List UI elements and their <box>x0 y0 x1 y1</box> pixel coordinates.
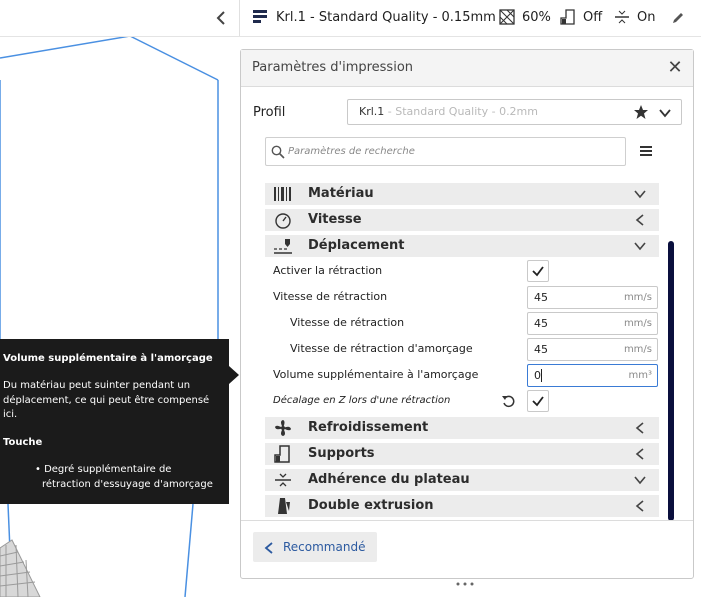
recommended-mode-button[interactable]: Recommandé <box>253 532 377 562</box>
profile-icon <box>253 9 269 25</box>
retraction-speed-field[interactable]: 45 mm/s <box>527 286 658 309</box>
support-value: Off <box>583 10 603 25</box>
setting-label-retraction-retract-speed: Vitesse de rétraction <box>290 316 405 329</box>
text-cursor <box>541 369 542 382</box>
build-plate-grid <box>0 539 41 597</box>
profile-quality: - Standard Quality - 0.2mm <box>384 105 538 118</box>
panel-title: Paramètres d'impression <box>252 60 414 75</box>
infill-icon <box>499 9 515 25</box>
chevron-left-icon <box>633 420 647 436</box>
settings-search-input[interactable]: Paramètres de recherche <box>265 137 626 166</box>
chevron-left-icon <box>633 212 647 228</box>
infill-value: 60% <box>522 10 551 25</box>
dual-extrusion-icon <box>273 497 293 515</box>
field-unit: mm³ <box>628 370 653 381</box>
search-icon <box>271 144 285 159</box>
category-material[interactable]: Matériau <box>265 183 659 205</box>
field-unit: mm/s <box>623 292 652 303</box>
active-profile-text: Krl.1 - Standard Quality - 0.15mm <box>276 10 496 25</box>
header-divider <box>239 0 240 36</box>
adhesion-value: On <box>637 10 656 25</box>
z-hop-checkbox[interactable] <box>527 390 549 412</box>
category-supports[interactable]: Supports <box>265 443 659 465</box>
extra-prime-amount-field[interactable]: 0 mm³ <box>527 364 658 387</box>
tooltip-arrow <box>229 366 239 384</box>
setting-label-z-hop: Décalage en Z lors d'une rétraction <box>273 395 451 406</box>
adhesion-icon <box>614 9 630 25</box>
category-speed[interactable]: Vitesse <box>265 209 659 231</box>
profile-label: Profil <box>253 105 286 120</box>
category-label: Adhérence du plateau <box>308 472 470 487</box>
top-settings-bar: Krl.1 - Standard Quality - 0.15mm 60% Of… <box>0 0 701 37</box>
field-value: 45 <box>534 343 548 356</box>
tooltip-affects-item: • Degré supplémentaire de <box>35 464 172 475</box>
field-value: 45 <box>534 317 548 330</box>
retraction-retract-speed-field[interactable]: 45 mm/s <box>527 312 658 335</box>
profile-dropdown-value: Krl.1 - Standard Quality - 0.2mm <box>359 100 538 124</box>
profile-name: Krl.1 <box>359 105 385 118</box>
field-unit: mm/s <box>623 318 652 329</box>
chevron-down-icon <box>633 472 647 488</box>
setting-label-retraction-speed: Vitesse de rétraction <box>273 290 388 303</box>
setting-label-enable-retraction: Activer la rétraction <box>273 264 383 277</box>
chevron-left-icon <box>263 540 275 554</box>
support-icon <box>560 9 576 25</box>
print-setup-summary[interactable]: Krl.1 - Standard Quality - 0.15mm 60% Of… <box>250 0 701 36</box>
panel-title-bar: Paramètres d'impression ✕ <box>241 50 693 87</box>
category-label: Matériau <box>308 186 374 201</box>
category-label: Déplacement <box>308 238 405 253</box>
favorite-star-icon[interactable] <box>633 104 649 120</box>
setting-tooltip: Volume supplémentaire à l'amorçage Du ma… <box>0 339 229 504</box>
category-dual-extrusion[interactable]: Double extrusion <box>265 495 659 517</box>
chevron-down-icon[interactable] <box>658 105 672 119</box>
recommended-label: Recommandé <box>283 540 366 554</box>
close-icon[interactable]: ✕ <box>665 58 685 78</box>
material-icon <box>273 185 293 203</box>
settings-visibility-menu-icon[interactable] <box>637 141 655 161</box>
search-placeholder: Paramètres de recherche <box>288 146 415 157</box>
settings-scrollbar[interactable] <box>668 241 674 521</box>
tooltip-body-line: ici. <box>3 409 18 420</box>
chevron-left-icon <box>633 498 647 514</box>
field-value: 45 <box>534 291 548 304</box>
collapse-panel-icon[interactable] <box>213 8 229 28</box>
category-label: Refroidissement <box>308 420 429 435</box>
panel-divider <box>241 520 693 521</box>
print-settings-panel: Paramètres d'impression ✕ Profil Krl.1 -… <box>240 49 694 586</box>
cooling-fan-icon <box>273 419 293 437</box>
field-value: 0 <box>534 369 541 382</box>
category-travel[interactable]: Déplacement <box>265 235 659 257</box>
tooltip-body-line: déplacement, ce qui peut être compensé <box>3 395 210 406</box>
retraction-prime-speed-field[interactable]: 45 mm/s <box>527 338 658 361</box>
resize-handle-icon[interactable] <box>455 572 475 586</box>
reset-undo-icon[interactable] <box>501 393 517 409</box>
setting-label-retraction-prime-speed: Vitesse de rétraction d'amorçage <box>290 342 473 355</box>
supports-icon <box>273 445 293 463</box>
adhesion-icon <box>273 471 293 489</box>
field-unit: mm/s <box>623 344 652 355</box>
travel-nozzle-icon <box>273 237 293 255</box>
speed-gauge-icon <box>273 211 293 229</box>
edit-pencil-icon[interactable] <box>671 10 685 24</box>
category-label: Vitesse <box>308 212 362 227</box>
category-cooling[interactable]: Refroidissement <box>265 417 659 439</box>
chevron-left-icon <box>633 446 647 462</box>
chevron-down-icon <box>633 186 647 202</box>
tooltip-title: Volume supplémentaire à l'amorçage <box>3 353 213 364</box>
category-label: Double extrusion <box>308 498 434 513</box>
tooltip-body-line: Du matériau peut suinter pendant un <box>3 380 191 391</box>
tooltip-affects-title: Touche <box>3 437 43 448</box>
chevron-down-icon <box>633 238 647 254</box>
profile-dropdown[interactable]: Krl.1 - Standard Quality - 0.2mm <box>347 99 682 125</box>
category-label: Supports <box>308 446 375 461</box>
enable-retraction-checkbox[interactable] <box>527 260 549 282</box>
setting-label-extra-prime-amount: Volume supplémentaire à l'amorçage <box>273 368 479 381</box>
tooltip-affects-item-cont: rétraction d'essuyage d'amorçage <box>42 479 213 490</box>
category-build-plate-adhesion[interactable]: Adhérence du plateau <box>265 469 659 491</box>
